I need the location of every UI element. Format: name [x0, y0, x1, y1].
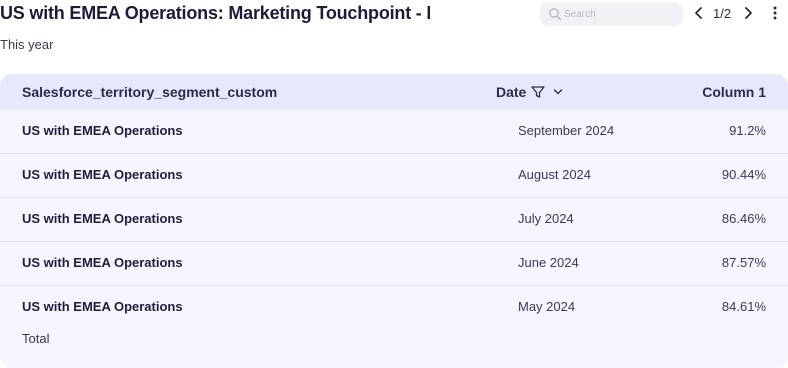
- cell-value: 87.57%: [721, 255, 766, 270]
- table-row[interactable]: US with EMEA Operations September 2024 9…: [0, 110, 788, 154]
- widget-header: US with EMEA Operations: Marketing Touch…: [0, 0, 788, 30]
- cell-value: 90.44%: [721, 167, 766, 182]
- cell-date: August 2024: [518, 167, 592, 182]
- chevron-left-icon[interactable]: [690, 4, 708, 22]
- table-row[interactable]: US with EMEA Operations June 2024 87.57%: [0, 242, 788, 286]
- cell-date: May 2024: [518, 299, 576, 314]
- data-table: Salesforce_territory_segment_custom Date…: [0, 74, 788, 368]
- widget-title: US with EMEA Operations: Marketing Touch…: [0, 3, 430, 23]
- more-vertical-icon[interactable]: [766, 4, 784, 22]
- total-row-label: Total: [22, 331, 50, 346]
- column-header-segment[interactable]: Salesforce_territory_segment_custom: [22, 84, 277, 100]
- cell-date: July 2024: [518, 211, 574, 226]
- table-header: Salesforce_territory_segment_custom Date…: [0, 74, 788, 110]
- column-header-column1[interactable]: Column 1: [702, 84, 766, 100]
- search-box[interactable]: [540, 2, 683, 26]
- chevron-down-icon[interactable]: [551, 85, 565, 99]
- cell-segment: US with EMEA Operations: [22, 167, 183, 182]
- cell-segment: US with EMEA Operations: [22, 211, 183, 226]
- table-row[interactable]: US with EMEA Operations July 2024 86.46%: [0, 198, 788, 242]
- cell-value: 91.2%: [729, 123, 766, 138]
- search-icon: [549, 8, 562, 21]
- cell-date: June 2024: [518, 255, 579, 270]
- table-row[interactable]: US with EMEA Operations August 2024 90.4…: [0, 154, 788, 198]
- pager-indicator: 1/2: [713, 6, 732, 21]
- column-header-date[interactable]: Date: [496, 84, 526, 100]
- cell-segment: US with EMEA Operations: [22, 123, 183, 138]
- chevron-right-icon[interactable]: [739, 4, 757, 22]
- table-row[interactable]: US with EMEA Operations May 2024 84.61%: [0, 286, 788, 330]
- search-input[interactable]: [564, 5, 676, 23]
- cell-date: September 2024: [518, 123, 615, 138]
- cell-value: 84.61%: [721, 299, 766, 314]
- filter-icon[interactable]: [530, 84, 546, 100]
- cell-segment: US with EMEA Operations: [22, 299, 183, 314]
- cell-value: 86.46%: [721, 211, 766, 226]
- widget-subtitle: This year: [0, 37, 54, 52]
- cell-segment: US with EMEA Operations: [22, 255, 183, 270]
